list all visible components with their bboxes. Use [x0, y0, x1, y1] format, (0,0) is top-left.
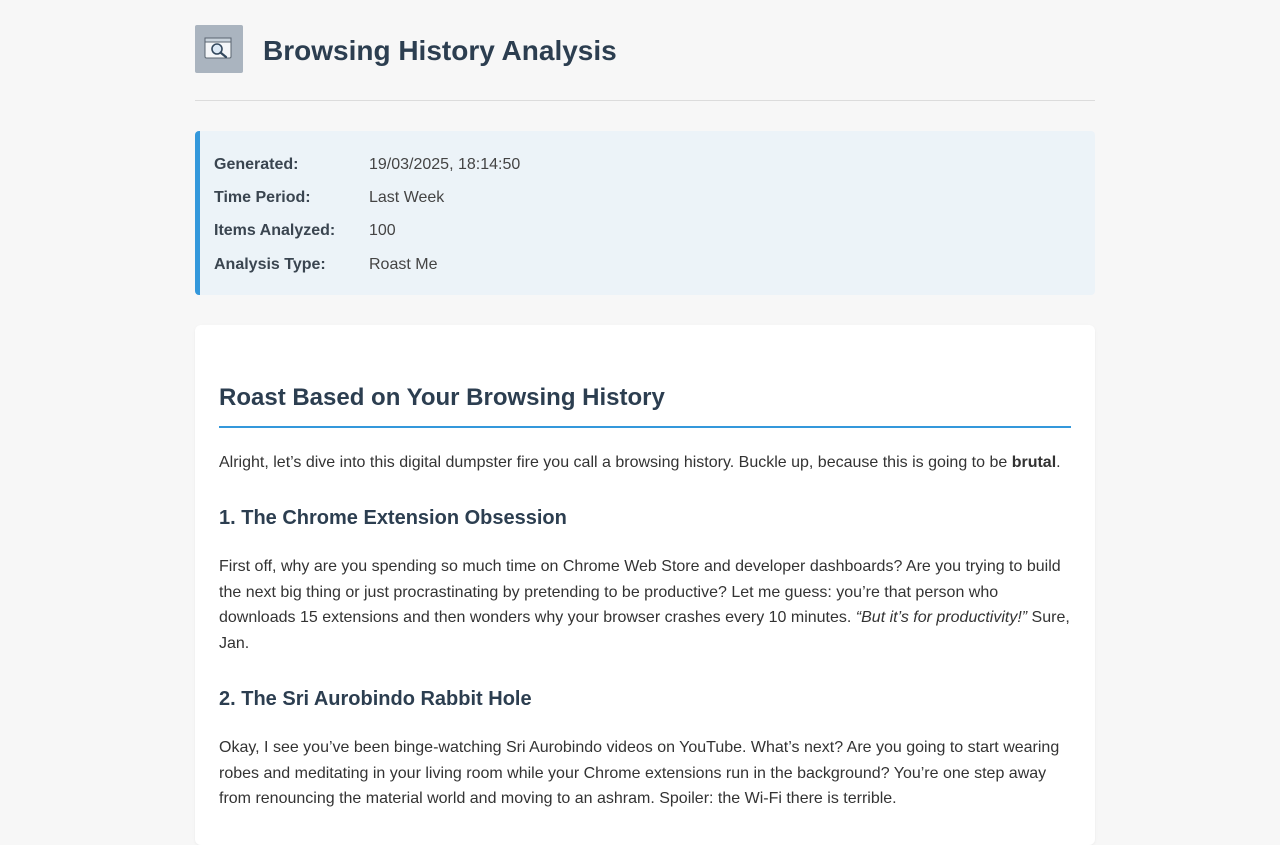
- meta-label: Generated:: [214, 155, 299, 173]
- meta-label: Items Analyzed:: [214, 222, 336, 240]
- section-paragraph-chrome-extension: First off, why are you spending so much …: [219, 554, 1071, 657]
- section-heading-sri-aurobindo: 2. The Sri Aurobindo Rabbit Hole: [219, 687, 532, 710]
- intro-text: Alright, let’s dive into this digital du…: [219, 454, 1012, 471]
- meta-row-time-period: Time Period: Last Week: [214, 181, 1095, 214]
- meta-row-analysis-type: Analysis Type: Roast Me: [214, 248, 1095, 281]
- page-title: Browsing History Analysis: [263, 35, 617, 66]
- report-card: Roast Based on Your Browsing History Alr…: [195, 325, 1095, 845]
- report-title: Roast Based on Your Browsing History: [219, 325, 1071, 428]
- section-quote: “But it’s for productivity!”: [855, 609, 1028, 627]
- meta-row-generated: Generated: 19/03/2025, 18:14:50: [214, 148, 1095, 181]
- page-container: Browsing History Analysis Generated: 19/…: [195, 0, 1095, 845]
- meta-value: 19/03/2025, 18:14:50: [369, 155, 521, 173]
- section-heading-chrome-extension: 1. The Chrome Extension Obsession: [219, 507, 567, 529]
- intro-paragraph: Alright, let’s dive into this digital du…: [219, 450, 1071, 476]
- page-header: Browsing History Analysis: [195, 0, 1095, 101]
- meta-label: Analysis Type:: [214, 255, 326, 273]
- meta-label: Time Period:: [214, 188, 311, 206]
- section-paragraph-sri-aurobindo: Okay, I see you’ve been binge-watching S…: [219, 738, 1060, 808]
- meta-value: Roast Me: [369, 255, 438, 273]
- meta-value: 100: [369, 222, 396, 240]
- intro-bold: brutal: [1011, 454, 1057, 471]
- intro-end: .: [1056, 454, 1061, 471]
- meta-value: Last Week: [369, 188, 445, 206]
- meta-row-items-analyzed: Items Analyzed: 100: [214, 215, 1095, 248]
- magnifier-window-icon: [195, 25, 243, 73]
- report-metadata-panel: Generated: 19/03/2025, 18:14:50 Time Per…: [195, 131, 1095, 295]
